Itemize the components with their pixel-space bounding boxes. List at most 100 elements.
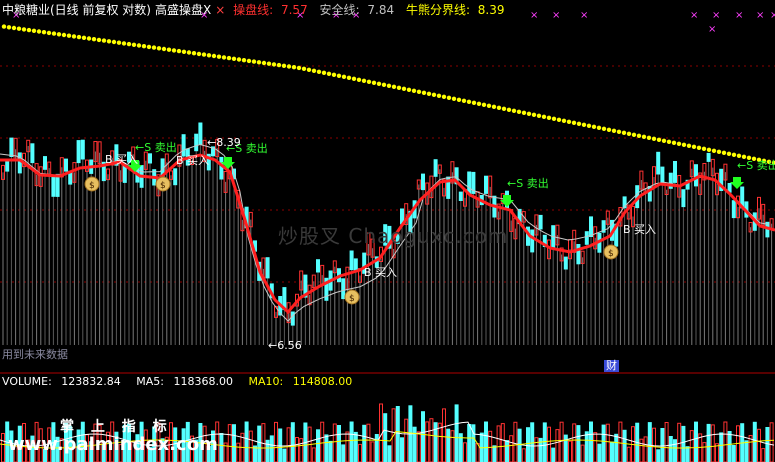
volume-bar [710, 424, 715, 462]
bullbear-dot [396, 85, 402, 91]
bullbear-dot [341, 74, 347, 80]
candle-body [173, 168, 178, 186]
bullbear-dot [696, 145, 702, 150]
bullbear-dot [366, 79, 372, 85]
bullbear-dot [586, 123, 592, 128]
bullbear-dot [181, 49, 187, 54]
bullbear-dot [666, 139, 672, 144]
bullbear-dot [11, 25, 17, 31]
bullbear-dot [331, 72, 337, 78]
bullbear-dot [386, 83, 392, 89]
bullbear-dot [671, 140, 677, 145]
volume-bar [227, 424, 232, 462]
candle-body [341, 278, 346, 300]
volume-bar [534, 437, 539, 462]
volume-bar [500, 423, 505, 462]
signal-x-mark: × [735, 10, 743, 21]
bullbear-dot [211, 53, 217, 59]
volume-bar [429, 418, 434, 462]
volume-bar [647, 422, 652, 462]
volume-bar [580, 444, 585, 462]
candle-body [30, 143, 35, 164]
candle-body [656, 151, 661, 175]
sell-signal-label: ←S 卖出 [507, 177, 549, 190]
volume-bar [412, 426, 417, 462]
bullbear-dot [691, 144, 697, 149]
volume-bar [421, 411, 425, 462]
volume-bar [542, 422, 547, 462]
volume-bar [345, 431, 350, 462]
volume-bar [236, 442, 241, 462]
bullbear-dot [486, 103, 492, 109]
bullbear-dot [381, 82, 387, 88]
bullbear-dot [426, 91, 432, 97]
volume-bar [286, 427, 291, 462]
bullbear-dot [301, 66, 307, 72]
volume-bar [568, 440, 572, 462]
bullbear-dot [326, 71, 332, 77]
candle-body [265, 257, 270, 279]
volume-bar [442, 408, 446, 462]
signal-x-mark: × [530, 10, 538, 21]
bullbear-dot [631, 132, 637, 137]
candle-body [530, 229, 535, 253]
bullbear-dot [111, 39, 117, 45]
bullbear-dot [221, 55, 227, 60]
buy-signal-label: B 买入 [105, 153, 139, 166]
bullbear-dot [591, 124, 597, 129]
candle-body [194, 133, 199, 152]
volume-bar [299, 438, 304, 462]
close-indicator-icon[interactable]: × [215, 3, 225, 17]
bullbear-dot [1, 24, 7, 29]
bullbear-dot [346, 75, 352, 81]
bullbear-dot [86, 36, 92, 41]
bullbear-dot [681, 142, 687, 147]
bullbear-dot [151, 45, 157, 50]
bullbear-dot [156, 46, 162, 51]
volume-bar [282, 448, 287, 462]
bullbear-dot [361, 78, 367, 84]
bullbear-dot [226, 55, 232, 61]
candle-body [290, 311, 295, 326]
bullbear-dot [246, 58, 252, 64]
brand-url: www.palmindex.com [8, 434, 218, 455]
candle-body [316, 259, 320, 273]
bullbear-dot [481, 102, 487, 108]
volume-bar [685, 446, 690, 462]
candle-body [80, 139, 85, 160]
bullbear-dot [116, 40, 122, 45]
bullbear-dot [56, 32, 62, 37]
bullbear-dot [376, 81, 382, 87]
bullbear-dot [251, 59, 257, 64]
candle-body [9, 137, 14, 158]
candle-body [219, 156, 224, 180]
bullbear-dot [676, 141, 682, 146]
volume-bar [295, 437, 299, 462]
bullbear-dot [551, 116, 557, 122]
bullbear-dot [171, 48, 177, 53]
money-bag-glyph: $ [160, 181, 166, 191]
volume-bar [328, 440, 333, 462]
safety-line-label: 安全线: 7.84 [319, 3, 395, 17]
buy-signal-label: B 买入 [623, 223, 657, 236]
bullbear-dot [256, 60, 262, 65]
buy-signal-label: B 买入 [176, 154, 210, 167]
bullbear-dot [271, 62, 277, 67]
bullbear-dot [416, 89, 422, 95]
volume-bar [597, 443, 602, 462]
bullbear-dot [6, 25, 12, 30]
volume-bar [387, 445, 392, 462]
bullbear-dot [51, 31, 57, 36]
volume-bar [731, 445, 736, 462]
finance-badge[interactable]: 财 [604, 360, 619, 372]
bullbear-dot [91, 37, 97, 42]
bullbear-dot [611, 128, 617, 133]
brand-title: 掌 上 指 标 [60, 419, 173, 435]
volume-bar [320, 421, 325, 462]
candle-body [17, 152, 22, 174]
volume-bar [332, 423, 337, 462]
indicator-name: 高盛操盘X [155, 3, 212, 17]
candle-body [51, 176, 56, 197]
bullbear-dot [421, 90, 427, 96]
bullbear-dot [521, 110, 527, 116]
